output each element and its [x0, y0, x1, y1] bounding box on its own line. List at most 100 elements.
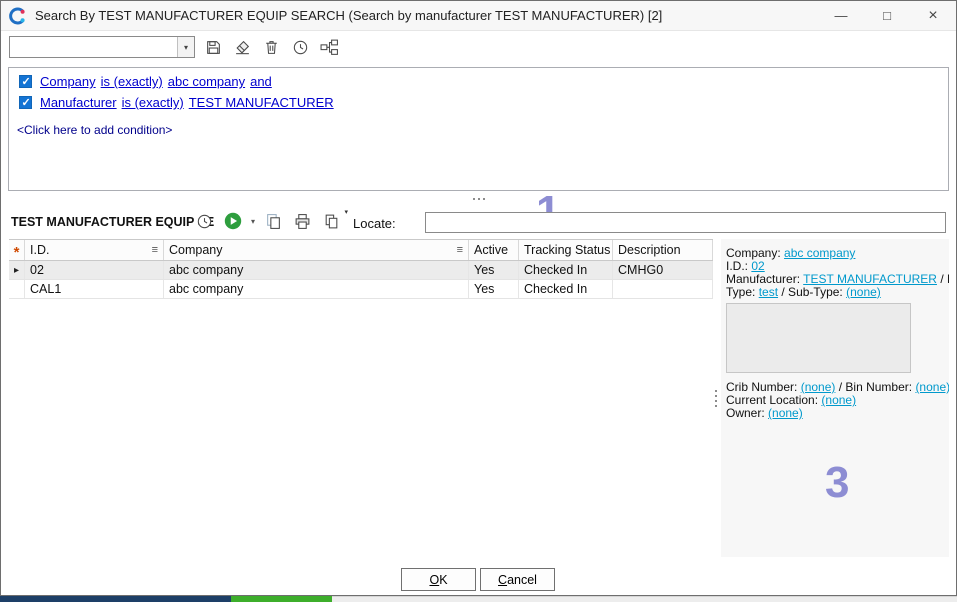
detail-owner-line: Owner: (none) — [726, 406, 803, 420]
detail-label: Manufacturer: — [726, 272, 800, 286]
locate-label: Locate: — [353, 216, 396, 231]
history-button[interactable] — [193, 210, 215, 232]
vertical-splitter[interactable] — [712, 239, 720, 557]
copy-button[interactable]: ▾ — [320, 210, 342, 232]
search-tree-button[interactable] — [317, 35, 342, 60]
detail-crib-link[interactable]: (none) — [801, 380, 836, 394]
detail-manufacturer-line: Manufacturer: TEST MANUFACTURER / Mo — [726, 272, 949, 286]
search-dialog-window: Search By TEST MANUFACTURER EQUIP SEARCH… — [0, 0, 957, 596]
close-button[interactable]: × — [910, 1, 956, 31]
column-label: Active — [474, 243, 508, 257]
saved-search-combobox[interactable]: ▾ — [9, 36, 195, 58]
detail-type-link[interactable]: test — [759, 285, 778, 299]
copy-dropdown-icon[interactable]: ▾ — [345, 208, 349, 216]
grid-header-description[interactable]: Description — [613, 240, 713, 260]
grid-header-id[interactable]: I.D. ≡ — [25, 240, 164, 260]
grid-header-active[interactable]: Active — [469, 240, 519, 260]
window-controls: — □ × — [818, 1, 956, 31]
search-toolbar: ▾ — [1, 34, 956, 62]
ok-button[interactable]: OK — [401, 568, 476, 591]
new-row-icon: * — [14, 248, 20, 258]
clear-search-button[interactable] — [230, 35, 255, 60]
detail-id-link[interactable]: 02 — [751, 259, 764, 273]
detail-type-line: Type: test / Sub-Type: (none) — [726, 285, 881, 299]
cell-description: CMHG0 — [613, 261, 713, 279]
column-label: I.D. — [30, 243, 49, 257]
grid-header-tracking-status[interactable]: Tracking Status — [519, 240, 613, 260]
detail-label: I.D.: — [726, 259, 748, 273]
delete-search-button[interactable] — [259, 35, 284, 60]
cell-id: 02 — [25, 261, 164, 279]
detail-label: / Mo — [940, 272, 949, 286]
open-in-window-button[interactable] — [262, 210, 284, 232]
grid-header-company[interactable]: Company ≡ — [164, 240, 469, 260]
strip-green-segment — [231, 596, 332, 602]
sort-icon[interactable]: ≡ — [152, 244, 158, 256]
cancel-button[interactable]: Cancel — [480, 568, 555, 591]
grid-header-row: * I.D. ≡ Company ≡ Active Tracking Statu… — [9, 239, 713, 261]
detail-crib-bin-line: Crib Number: (none) / Bin Number: (none) — [726, 380, 949, 394]
row-selector-cell: ▸ — [9, 261, 25, 279]
current-row-icon: ▸ — [14, 265, 19, 276]
detail-label: Company: — [726, 246, 781, 260]
strip-gray-segment — [332, 596, 957, 602]
cancel-button-accesskey: C — [498, 573, 507, 587]
condition-field-link[interactable]: Company — [40, 74, 96, 89]
sort-icon[interactable]: ≡ — [457, 244, 463, 256]
add-condition-link[interactable]: <Click here to add condition> — [17, 123, 172, 137]
screen: Search By TEST MANUFACTURER EQUIP SEARCH… — [0, 0, 957, 602]
detail-label: Current Location: — [726, 393, 818, 407]
locate-input[interactable] — [425, 212, 946, 233]
window-title: Search By TEST MANUFACTURER EQUIP SEARCH… — [35, 8, 662, 23]
results-toolbar: TEST MANUFACTURER EQUIP SE ▾ — [1, 207, 956, 237]
detail-bin-link[interactable]: (none) — [915, 380, 949, 394]
cell-active: Yes — [469, 261, 519, 279]
ok-button-accesskey: O — [429, 573, 439, 587]
titlebar: Search By TEST MANUFACTURER EQUIP SEARCH… — [1, 1, 956, 31]
strip-navy-segment — [0, 596, 231, 602]
run-search-button[interactable] — [222, 210, 244, 232]
hierarchy-icon — [320, 39, 339, 56]
condition-operator-link[interactable]: is (exactly) — [122, 95, 184, 110]
cell-id: CAL1 — [25, 280, 164, 298]
detail-owner-link[interactable]: (none) — [768, 406, 803, 420]
query-conditions-panel: Company is (exactly) abc company and Man… — [8, 67, 949, 191]
clock-icon — [196, 213, 213, 230]
trash-icon — [263, 39, 280, 56]
run-dropdown-icon[interactable]: ▾ — [251, 217, 255, 226]
row-selector-cell — [9, 280, 25, 298]
condition-value-link[interactable]: TEST MANUFACTURER — [189, 95, 334, 110]
grid-header-selector[interactable]: * — [9, 240, 25, 260]
combo-dropdown-icon[interactable]: ▾ — [177, 37, 194, 57]
condition-field-link[interactable]: Manufacturer — [40, 95, 117, 110]
detail-manufacturer-link[interactable]: TEST MANUFACTURER — [803, 272, 937, 286]
ok-button-label: K — [439, 573, 447, 587]
condition-checkbox-manufacturer[interactable] — [19, 96, 32, 109]
app-logo-icon — [9, 7, 27, 25]
detail-label: Owner: — [726, 406, 765, 420]
save-search-button[interactable] — [201, 35, 226, 60]
table-row[interactable]: CAL1 abc company Yes Checked In — [9, 280, 713, 299]
minimize-button[interactable]: — — [818, 1, 864, 31]
cancel-button-label: ancel — [507, 573, 537, 587]
column-label: Company — [169, 243, 223, 257]
detail-company-line: Company: abc company — [726, 246, 855, 260]
detail-location-link[interactable]: (none) — [821, 393, 856, 407]
save-icon — [205, 39, 222, 56]
search-history-button[interactable] — [288, 35, 313, 60]
clock-icon — [292, 39, 309, 56]
detail-subtype-link[interactable]: (none) — [846, 285, 881, 299]
print-button[interactable] — [291, 210, 313, 232]
maximize-button[interactable]: □ — [864, 1, 910, 31]
condition-conjunction-link[interactable]: and — [250, 74, 272, 89]
condition-checkbox-company[interactable] — [19, 75, 32, 88]
horizontal-splitter[interactable] — [1, 192, 956, 206]
detail-label: / Bin Number: — [839, 380, 912, 394]
results-toolbar-icons: ▾ — [193, 210, 342, 232]
detail-location-line: Current Location: (none) — [726, 393, 856, 407]
condition-value-link[interactable]: abc company — [168, 74, 245, 89]
condition-operator-link[interactable]: is (exactly) — [101, 74, 163, 89]
table-row[interactable]: ▸ 02 abc company Yes Checked In CMHG0 — [9, 261, 713, 280]
detail-company-link[interactable]: abc company — [784, 246, 855, 260]
saved-search-input[interactable] — [10, 37, 177, 57]
